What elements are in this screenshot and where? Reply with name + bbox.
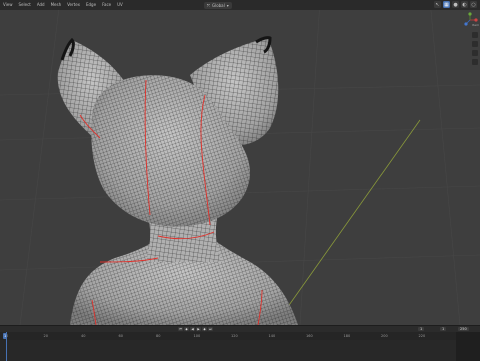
ruler-tick-label: 140 (268, 334, 276, 338)
next-key-icon[interactable]: ◆ (202, 327, 207, 331)
prev-key-icon[interactable]: ◆ (184, 327, 189, 331)
menu-uv[interactable]: UV (114, 0, 126, 10)
ruler-tick-label: 120 (231, 334, 238, 338)
ruler-tick-label: 20 (43, 334, 48, 338)
menu-edge[interactable]: Edge (83, 0, 99, 10)
orientation-icon: ⤧ (206, 2, 210, 8)
orientation-label: Global (211, 2, 225, 8)
z-axis-icon[interactable] (464, 22, 468, 26)
hand-icon[interactable] (472, 41, 478, 47)
menu-face[interactable]: Face (99, 0, 114, 10)
ruler-tick-label: 80 (156, 334, 161, 338)
render-icon[interactable]: ○ (470, 1, 477, 8)
sphere-icon[interactable]: ● (452, 1, 459, 8)
viewport-scene (0, 0, 480, 325)
viewport-header: View Select Add Mesh Vertex Edge Face UV… (0, 0, 480, 10)
ruler-tick-label: 220 (418, 334, 426, 338)
play-icon[interactable]: ▶ (196, 327, 201, 331)
transform-orientation-dropdown[interactable]: ⤧ Global ▾ (203, 1, 232, 9)
ruler-tick-label: 160 (306, 334, 313, 338)
ruler-tick-label: 200 (381, 334, 388, 338)
cursor-icon[interactable]: ↖ (434, 1, 441, 8)
menu-view[interactable]: View (0, 0, 16, 10)
3d-viewport[interactable] (0, 0, 480, 325)
jump-start-icon[interactable]: ⏮ (178, 327, 183, 331)
start-frame-field[interactable]: 1 (440, 327, 447, 331)
x-axis-icon[interactable] (474, 18, 478, 22)
chevron-down-icon: ▾ (226, 2, 229, 8)
playhead-frame-label[interactable]: 1 (3, 333, 8, 339)
ruler-tick-label: 100 (193, 334, 201, 338)
timeline-editor: ⏮ ◆ ◀ ▶ ◆ ⏭ 1 1 250 0 20 40 60 80 100 120 140 16… (0, 325, 480, 361)
jump-end-icon[interactable]: ⏭ (208, 327, 213, 331)
camera-icon[interactable] (472, 50, 478, 56)
grid-view-icon[interactable] (472, 59, 478, 65)
out-of-range-region (456, 332, 480, 361)
y-axis-line (274, 119, 421, 325)
side-tools (472, 32, 478, 65)
y-axis-icon[interactable] (468, 12, 472, 16)
frame-ruler[interactable]: 020406080100120140160180200220240 (0, 332, 480, 340)
play-reverse-icon[interactable]: ◀ (190, 327, 195, 331)
zoom-icon[interactable] (472, 32, 478, 38)
menu-vertex[interactable]: Vertex (64, 0, 83, 10)
grid-icon[interactable]: ▦ (443, 1, 450, 8)
ruler-tick-label: 180 (343, 334, 351, 338)
sidebar-tab-label[interactable]: Item (472, 23, 479, 27)
ruler-tick-label: 40 (81, 334, 86, 338)
material-icon[interactable]: ◐ (461, 1, 468, 8)
menu-add[interactable]: Add (34, 0, 48, 10)
current-frame-field[interactable]: 1 (418, 327, 425, 331)
menu-mesh[interactable]: Mesh (48, 0, 65, 10)
end-frame-field[interactable]: 250 (458, 327, 469, 331)
ruler-tick-label: 60 (118, 334, 123, 338)
menu-select[interactable]: Select (16, 0, 34, 10)
keyframe-track[interactable] (0, 340, 480, 361)
